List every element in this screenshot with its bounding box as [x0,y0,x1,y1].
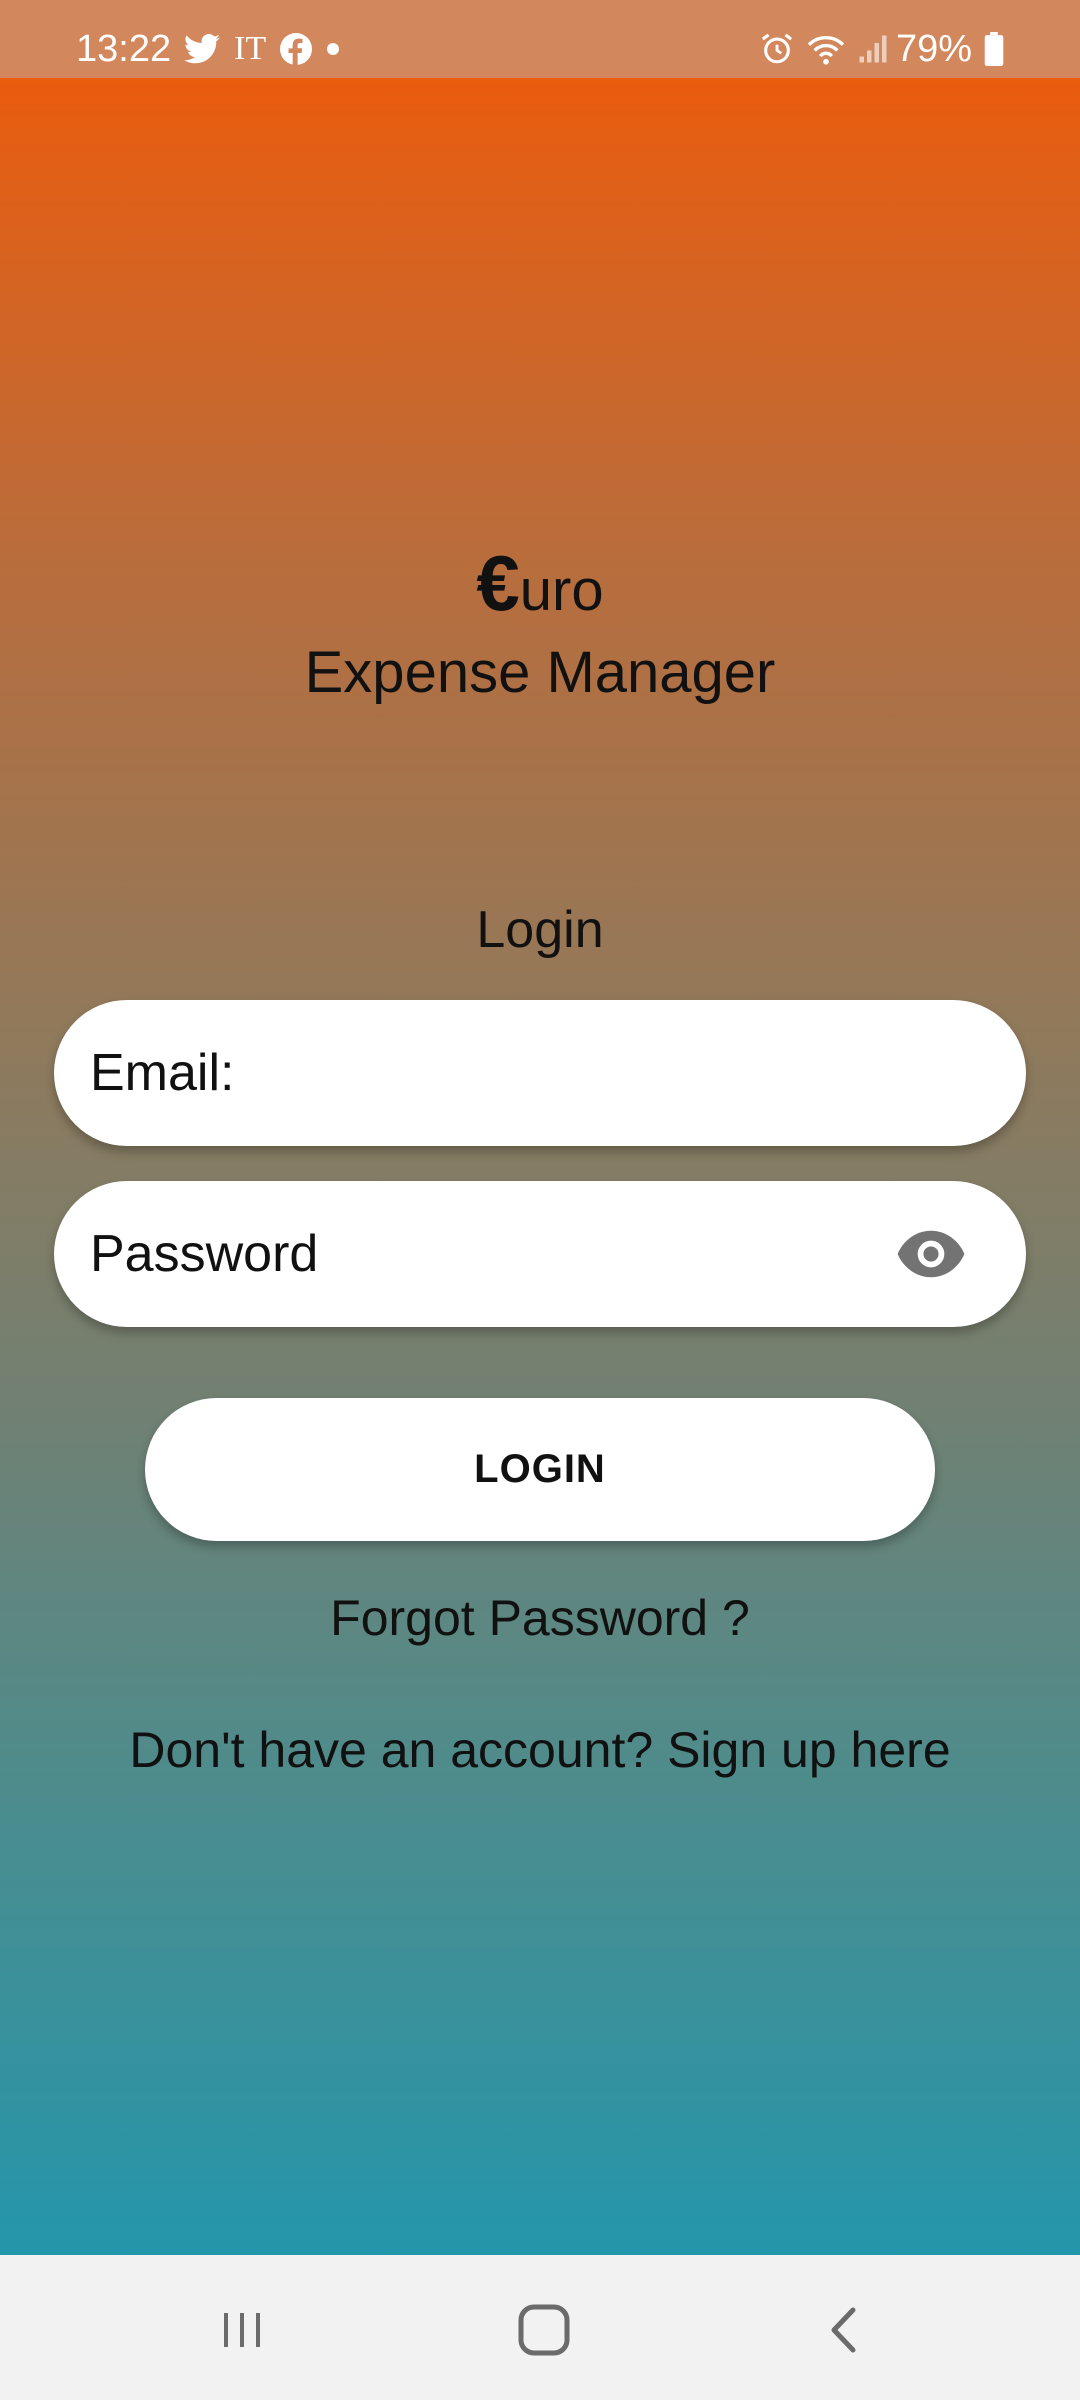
twitter-icon [184,34,220,64]
facebook-icon [280,33,313,65]
login-button[interactable]: LOGIN [145,1398,935,1541]
logo-suffix: uro [519,558,604,623]
status-time: 13:22 [76,28,172,70]
recents-icon[interactable] [202,2290,282,2370]
app-subtitle: Expense Manager [304,640,776,705]
email-placeholder: Email: [90,1044,235,1102]
dot-icon [326,42,340,56]
battery-percentage: 79% [895,27,972,70]
eye-icon[interactable] [896,1225,966,1283]
password-placeholder: Password [90,1225,319,1283]
signup-prompt: Don't have an account? [129,1722,654,1778]
system-icons: 79% [748,26,1004,72]
battery-icon [984,32,1004,66]
forgot-password-link[interactable]: Forgot Password ? [0,1586,1080,1650]
navigation-bar [0,2255,1080,2400]
back-icon[interactable] [806,2290,886,2370]
email-field[interactable]: Email: [54,1000,1026,1146]
notification-icons: IT [184,26,354,72]
carrier-label: IT [234,30,267,67]
status-bar: 13:22 IT 79% [0,0,1080,78]
password-field[interactable]: Password [54,1181,1026,1327]
euro-symbol: € [476,539,520,627]
login-heading: Login [476,901,604,959]
signup-row: Don't have an account? Sign up here [0,1718,1080,1782]
signal-icon [858,34,888,64]
signup-link[interactable]: Sign up here [667,1722,951,1778]
app-logo: €uro [0,544,1080,626]
alarm-icon [760,32,794,66]
login-screen: €uro Expense Manager Login Email: Passwo… [0,78,1080,2255]
wifi-icon [806,32,846,66]
home-icon[interactable] [504,2290,584,2370]
